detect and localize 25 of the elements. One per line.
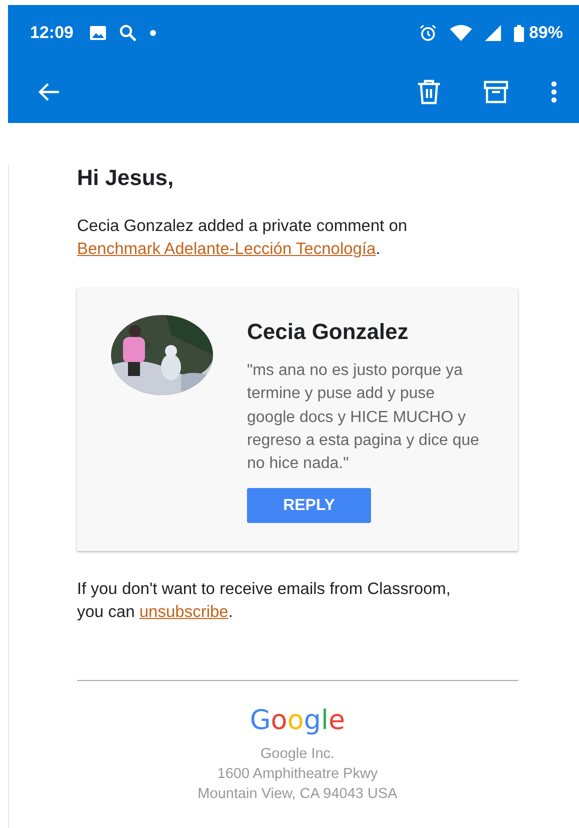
battery-icon (514, 24, 524, 42)
reply-button[interactable]: REPLY (247, 488, 371, 524)
battery-percent: 89% (528, 23, 563, 43)
address-line: Google Inc. (260, 745, 335, 764)
image-icon (90, 26, 106, 40)
back-arrow-icon[interactable] (37, 82, 61, 102)
search-icon (119, 24, 138, 42)
comment-author: Cecia Gonzalez (247, 319, 408, 345)
intro-text: Cecia Gonzalez added a private comment on Benchmark Adelante-Lección Tecnología. (77, 216, 408, 260)
comment-text: "ms ana no es justo porque ya termine y puse add y puse google docs y HICE MUCHO y regreso a esta pagina y dice que no hice nada." (247, 361, 480, 474)
greeting-heading: Hi Jesus, (77, 165, 175, 191)
assignment-link[interactable]: Benchmark Adelante-Lección Tecnología (77, 240, 376, 258)
trash-icon[interactable] (417, 79, 441, 105)
status-time: 12:09 (30, 23, 74, 43)
unsubscribe-text: If you don't want to receive emails from Classroom, you can unsubscribe. (77, 579, 452, 624)
address-line: Mountain View, CA 94043 USA (198, 785, 398, 804)
alarm-icon (418, 24, 437, 42)
signal-icon (484, 25, 501, 41)
google-logo: Google (250, 705, 346, 736)
address-line: 1600 Amphitheatre Pkwy (217, 765, 378, 784)
unsubscribe-link[interactable]: unsubscribe (139, 603, 228, 622)
wifi-icon (450, 25, 472, 41)
more-menu-icon[interactable] (551, 81, 557, 103)
dot-icon (150, 30, 156, 36)
archive-icon[interactable] (483, 80, 509, 104)
